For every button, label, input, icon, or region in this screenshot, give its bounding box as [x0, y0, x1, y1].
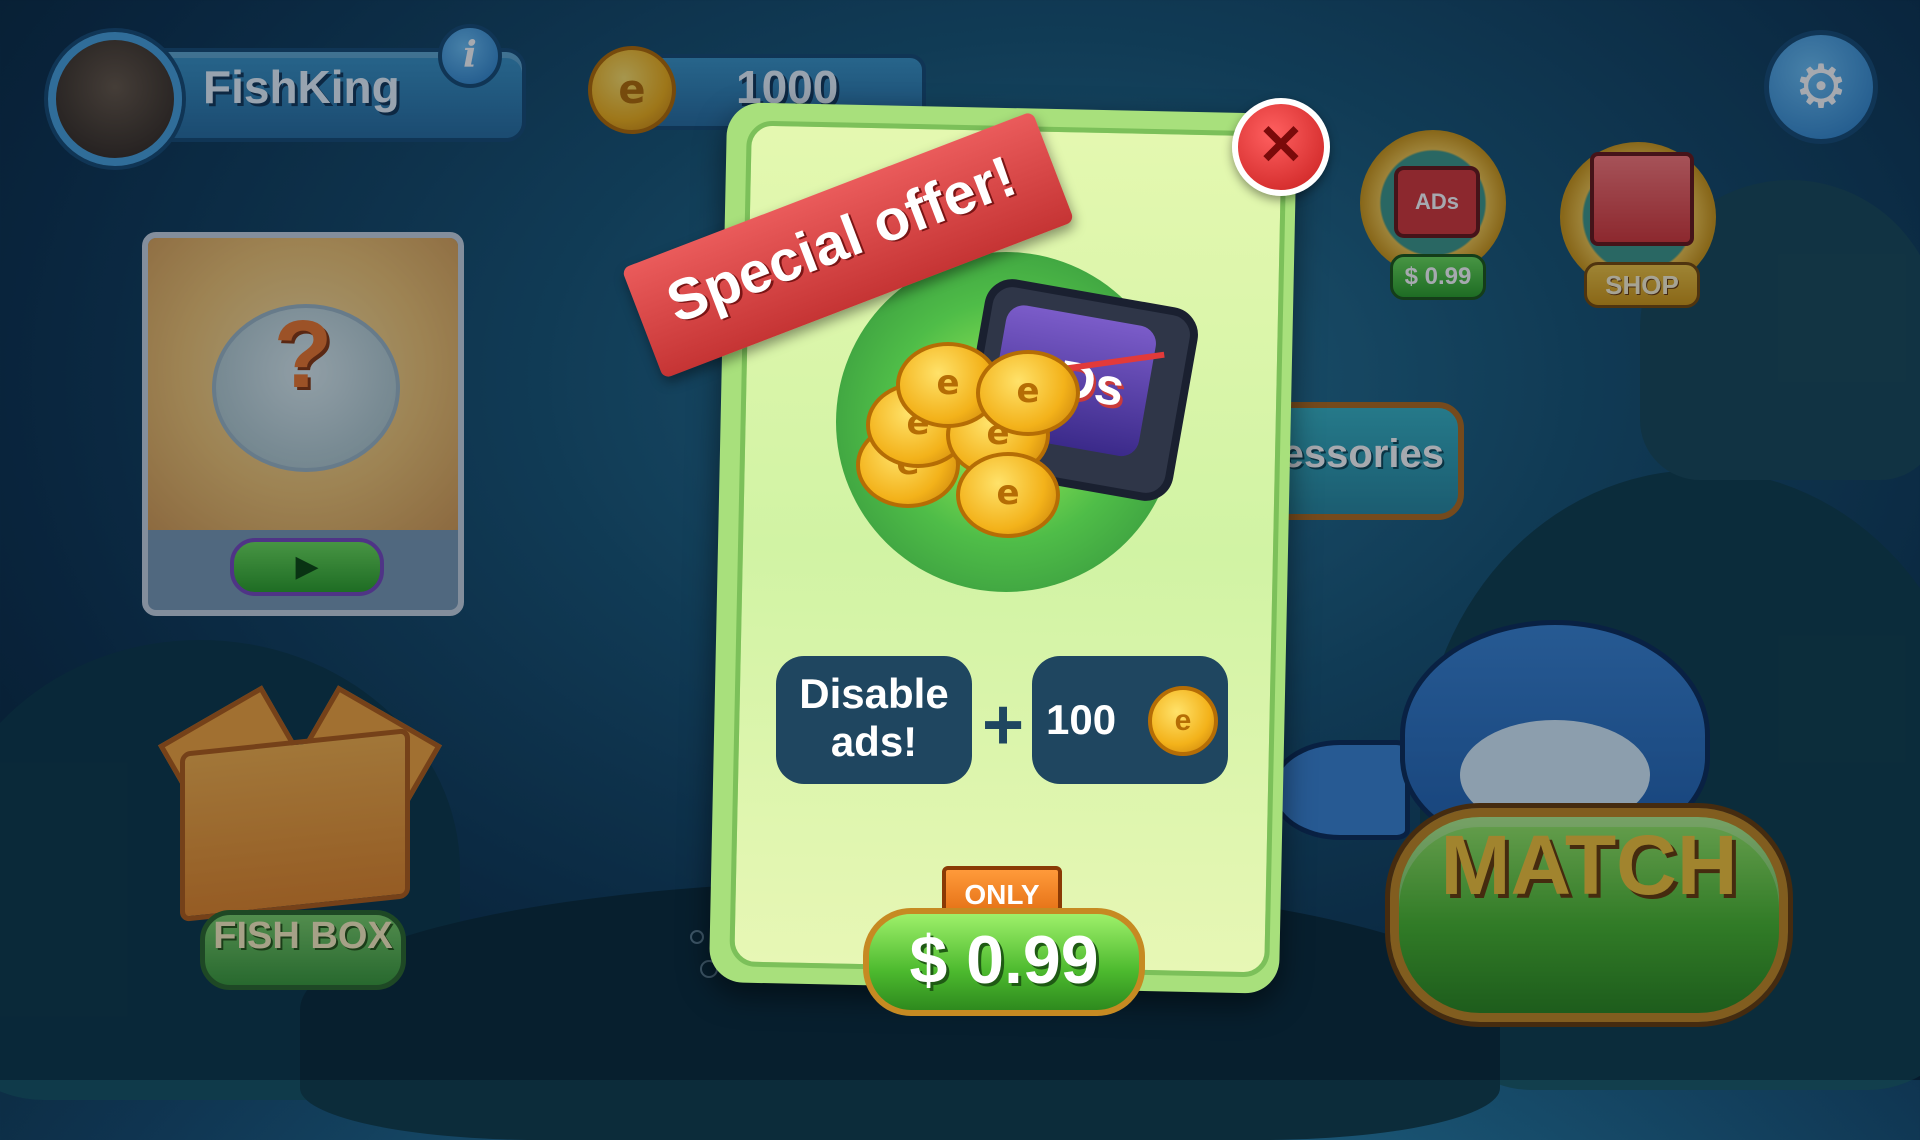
disable-ads-pill: Disable ads! [776, 656, 972, 784]
close-icon: ✕ [1257, 113, 1305, 176]
buy-offer-button[interactable]: $ 0.99 [863, 908, 1145, 1016]
close-button[interactable]: ✕ [1232, 98, 1330, 196]
bonus-coins-pill: 100 e [1032, 656, 1228, 784]
plus-sign: + [981, 685, 1025, 765]
special-offer-popup: ADs e e e e e e Disable ads! + 100 e ONL… [621, 96, 1330, 1016]
coin-icon: e [976, 350, 1080, 436]
coin-icon: e [1148, 686, 1218, 756]
bonus-coins-amount: 100 [1046, 696, 1117, 743]
coin-icon: e [956, 452, 1060, 538]
disable-ads-text: Disable ads! [799, 670, 949, 765]
